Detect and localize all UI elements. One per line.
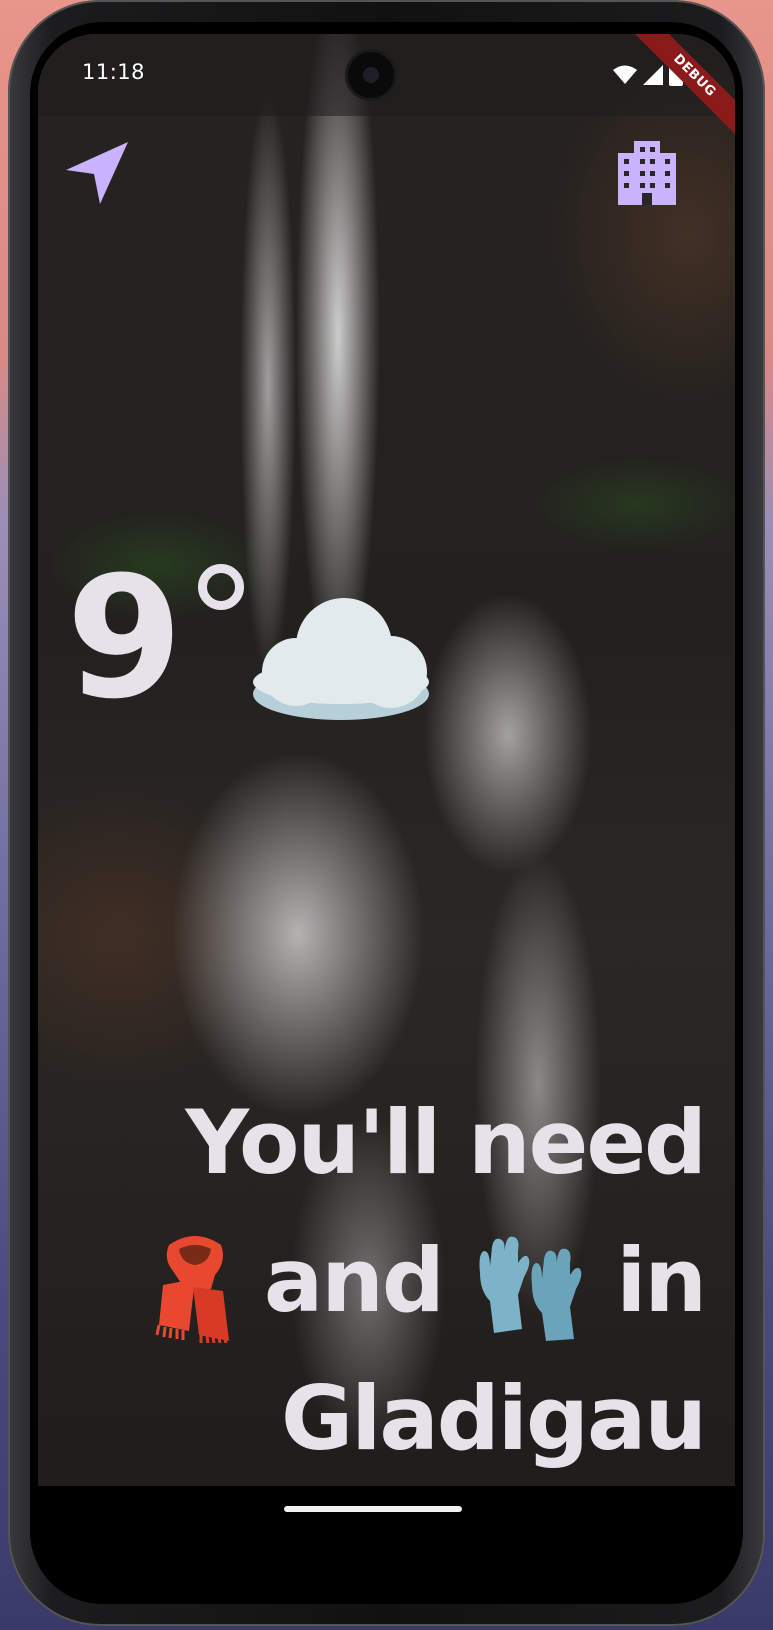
location-name: Gladigau	[281, 1367, 707, 1470]
clothing-recommendation: You'll need and in Gladigau	[65, 1074, 707, 1488]
cellular-signal-icon	[643, 65, 663, 85]
navigation-arrow-icon	[66, 142, 128, 204]
scarf-icon	[155, 1236, 230, 1344]
status-bar: 11:18 DEBUG	[38, 34, 735, 145]
message-in: in	[616, 1229, 707, 1332]
degree-symbol	[198, 564, 244, 610]
home-indicator[interactable]	[284, 1506, 462, 1512]
message-line-1: You'll need	[185, 1091, 707, 1194]
message-and: and	[263, 1229, 445, 1332]
choose-city-button[interactable]	[612, 138, 682, 208]
cloud-icon	[253, 598, 429, 720]
current-location-button[interactable]	[62, 138, 132, 208]
city-building-icon	[618, 141, 676, 205]
temperature-value: 9	[66, 540, 183, 736]
gesture-nav-area	[38, 1486, 735, 1546]
front-camera	[348, 52, 394, 98]
status-time: 11:18	[82, 60, 146, 84]
app-screen: 11:18 DEBUG 9 You'll need and in Gladiga…	[38, 34, 735, 1546]
gloves-icon	[479, 1236, 581, 1342]
message-line-2: and in	[65, 1212, 707, 1350]
weather-condition	[246, 594, 432, 728]
wifi-icon	[613, 65, 637, 84]
